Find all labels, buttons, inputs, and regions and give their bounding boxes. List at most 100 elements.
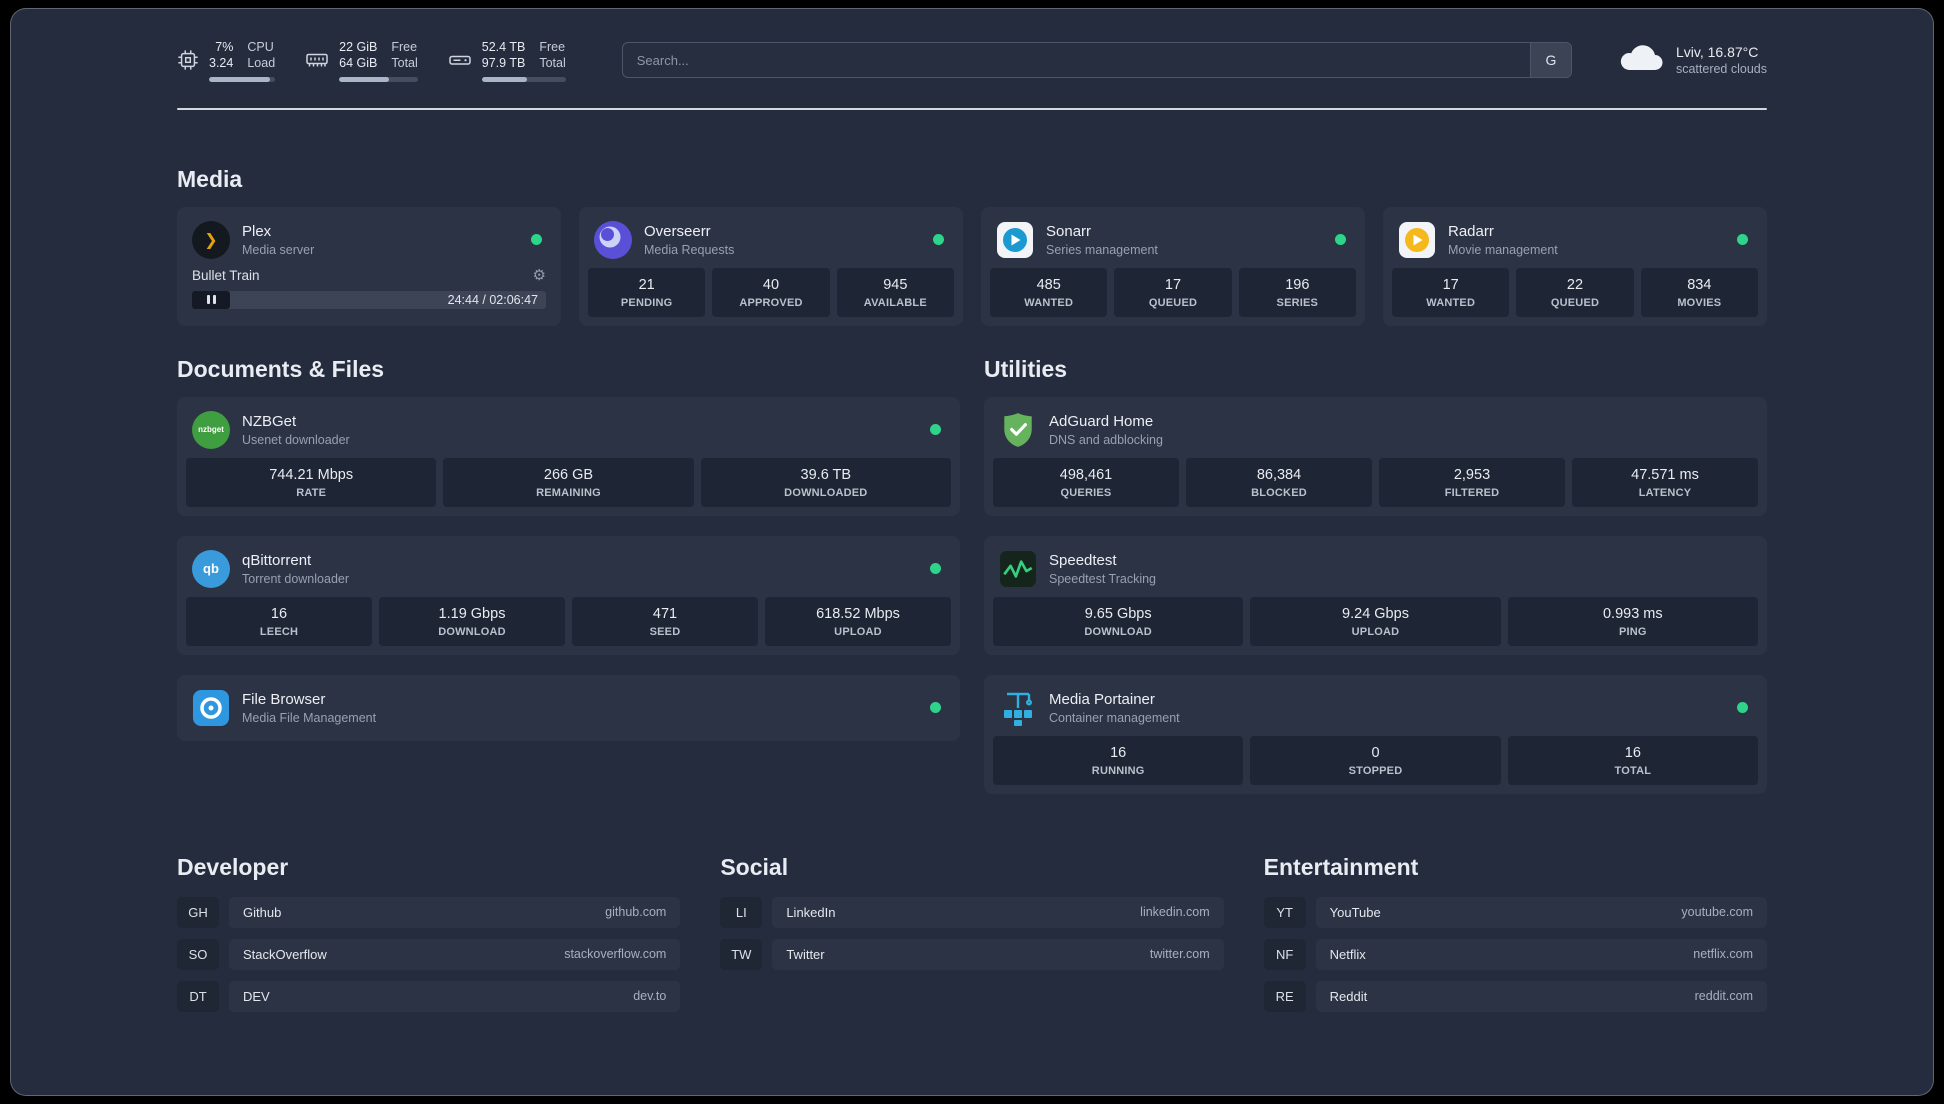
disk-free-value: 52.4 TB	[481, 40, 526, 54]
portainer-icon	[999, 689, 1037, 727]
app-link-plex[interactable]: ❯ Plex Media server	[186, 216, 552, 268]
cpu-usage-bar	[209, 76, 276, 82]
bookmark-twitter[interactable]: TW Twitter twitter.com	[720, 938, 1224, 970]
memory-free-value: 22 GiB	[339, 40, 378, 54]
app-link-nzbget[interactable]: nzbget NZBGet Usenet downloader	[186, 406, 951, 458]
bookmark-dev[interactable]: DT DEV dev.to	[177, 980, 681, 1012]
stat-tile: 1.19 Gbps DOWNLOAD	[379, 596, 565, 646]
bookmark-abbr: GH	[177, 896, 219, 928]
bookmark-github[interactable]: GH Github github.com	[177, 896, 681, 928]
app-subtitle: Usenet downloader	[242, 432, 350, 447]
stat-tile: 16 TOTAL	[1507, 735, 1758, 785]
card-plex: ❯ Plex Media server Bullet Train ⚙ 24:44…	[177, 206, 561, 326]
status-dot	[930, 563, 941, 574]
app-name: Overseerr	[644, 222, 711, 240]
stat-tile: 618.52 Mbps UPLOAD	[765, 596, 951, 646]
bookmark-reddit[interactable]: RE Reddit reddit.com	[1263, 980, 1767, 1012]
app-link-overseerr[interactable]: Overseerr Media Requests	[588, 216, 954, 268]
plex-icon: ❯	[192, 220, 230, 259]
disk-icon	[448, 48, 472, 72]
app-subtitle: Movie management	[1448, 242, 1558, 257]
app-link-radarr[interactable]: Radarr Movie management	[1392, 216, 1758, 268]
dashboard-window: 7% 3.24 CPU Load 22 GiB 64 GiB Free Tota…	[10, 8, 1934, 1096]
card-qbittorrent: qb qBittorrent Torrent downloader 16 LEEC…	[177, 535, 960, 655]
status-dot	[531, 234, 542, 245]
bookmark-abbr: DT	[177, 980, 219, 1012]
section-title-social: Social	[720, 853, 789, 880]
app-subtitle: Torrent downloader	[242, 571, 350, 586]
card-speedtest: Speedtest Speedtest Tracking 9.65 Gbps DO…	[984, 535, 1767, 655]
bookmarks-entertainment: Entertainment YT YouTube youtube.com NF N…	[1263, 854, 1767, 1012]
stat-tile: 471 SEED	[572, 596, 758, 646]
stat-tile: 0.993 ms PING	[1507, 596, 1758, 646]
status-dot	[930, 424, 941, 435]
cpu-load-value: 3.24	[209, 56, 234, 71]
app-name: AdGuard Home	[1049, 412, 1154, 430]
disk-widget: 52.4 TB 97.9 TB Free Total	[448, 39, 566, 82]
app-name: Sonarr	[1046, 222, 1092, 240]
search-input[interactable]	[622, 43, 1530, 78]
stat-tile: 2,953 FILTERED	[1379, 457, 1565, 507]
stat-tile: 39.6 TB DOWNLOADED	[700, 457, 951, 507]
app-subtitle: DNS and adblocking	[1049, 432, 1163, 447]
section-title-documents: Documents & Files	[177, 355, 385, 382]
top-bar: 7% 3.24 CPU Load 22 GiB 64 GiB Free Tota…	[177, 39, 1767, 82]
bookmark-youtube[interactable]: YT YouTube youtube.com	[1263, 896, 1767, 928]
bookmarks-developer: Developer GH Github github.com SO StackOv…	[177, 854, 681, 1012]
filebrowser-icon	[192, 689, 230, 727]
stat-tile: 86,384 BLOCKED	[1186, 457, 1372, 507]
status-dot	[1737, 702, 1748, 713]
header-divider	[177, 107, 1767, 110]
app-subtitle: Speedtest Tracking	[1049, 571, 1157, 586]
app-link-qbittorrent[interactable]: qb qBittorrent Torrent downloader	[186, 545, 951, 597]
search-provider-button[interactable]: G	[1529, 43, 1571, 78]
stat-tile: 196 SERIES	[1238, 267, 1356, 317]
memory-icon	[305, 48, 329, 72]
bookmark-linkedin[interactable]: LI LinkedIn linkedin.com	[720, 896, 1224, 928]
app-name: Media Portainer	[1049, 690, 1155, 708]
bookmark-stackoverflow[interactable]: SO StackOverflow stackoverflow.com	[177, 938, 681, 970]
qbittorrent-icon: qb	[192, 549, 230, 588]
overseerr-icon	[594, 220, 632, 259]
app-link-filebrowser[interactable]: File Browser Media File Management	[186, 684, 951, 732]
memory-usage-bar	[339, 76, 418, 82]
plex-now-playing-widget: Bullet Train ⚙ 24:44 / 02:06:47	[186, 268, 552, 313]
card-portainer: Media Portainer Container management 16 R…	[984, 674, 1767, 794]
now-playing-title: Bullet Train	[192, 267, 260, 283]
playback-seek-bar[interactable]: 24:44 / 02:06:47	[192, 290, 546, 309]
disk-free-label: Free	[539, 40, 566, 54]
radarr-icon	[1398, 221, 1436, 259]
stat-tile: 498,461 QUERIES	[993, 457, 1179, 507]
app-link-portainer[interactable]: Media Portainer Container management	[993, 684, 1758, 736]
stat-tile: 16 RUNNING	[993, 735, 1244, 785]
app-link-sonarr[interactable]: Sonarr Series management	[990, 216, 1356, 268]
pause-button[interactable]	[192, 290, 230, 309]
app-name: Radarr	[1448, 222, 1494, 240]
memory-free-label: Free	[391, 40, 418, 54]
stat-tile: 22 QUEUED	[1516, 267, 1634, 317]
app-link-speedtest[interactable]: Speedtest Speedtest Tracking	[993, 545, 1758, 597]
status-dot	[930, 702, 941, 713]
section-utilities: Utilities AdGuard Home DNS and adblockin…	[984, 356, 1767, 794]
memory-total-label: Total	[391, 56, 418, 71]
card-radarr: Radarr Movie management 17 WANTED 22 QUEUE…	[1383, 206, 1767, 326]
app-name: qBittorrent	[242, 551, 312, 569]
weather-widget: Lviv, 16.87°C scattered clouds	[1618, 42, 1767, 79]
disk-total-label: Total	[539, 56, 566, 71]
section-title-media: Media	[177, 165, 243, 192]
stat-tile: 945 AVAILABLE	[836, 267, 954, 317]
bookmark-netflix[interactable]: NF Netflix netflix.com	[1263, 938, 1767, 970]
speedtest-icon	[999, 550, 1037, 588]
gear-icon[interactable]: ⚙	[533, 268, 546, 283]
app-name: File Browser	[242, 690, 326, 708]
memory-widget: 22 GiB 64 GiB Free Total	[305, 39, 418, 82]
app-subtitle: Media File Management	[242, 710, 377, 725]
sonarr-icon	[996, 221, 1034, 259]
app-link-adguard[interactable]: AdGuard Home DNS and adblocking	[993, 406, 1758, 458]
bookmark-abbr: LI	[720, 896, 763, 928]
cloud-icon	[1618, 42, 1664, 79]
stat-tile: 744.21 Mbps RATE	[186, 457, 437, 507]
cpu-percent: 7%	[215, 40, 234, 54]
playback-time: 24:44 / 02:06:47	[447, 292, 538, 307]
disk-total-value: 97.9 TB	[481, 56, 526, 71]
